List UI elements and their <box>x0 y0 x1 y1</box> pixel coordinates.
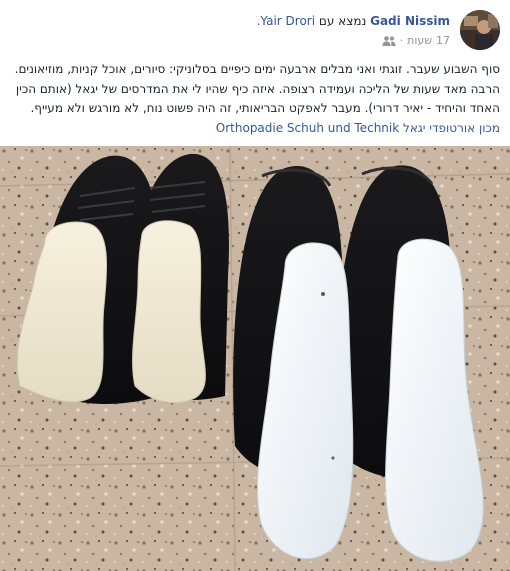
post-author-line: Gadi Nissim נמצא עם Yair Drori. <box>257 14 450 28</box>
post-photo[interactable] <box>0 146 510 571</box>
tagged-user[interactable]: Yair Drori. <box>257 14 315 28</box>
post-header: Gadi Nissim נמצא עם Yair Drori. 17 שעות … <box>10 10 500 54</box>
audience-separator: · <box>399 34 404 47</box>
time-unit[interactable]: שעות <box>407 34 432 47</box>
post-body-text: סוף השבוע שעבר. זוגתי ואני מבלים ארבעה י… <box>14 62 500 115</box>
with-text: נמצא עם <box>318 14 367 28</box>
tagged-page-german[interactable]: Orthopadie Schuh und Technik <box>216 121 399 135</box>
post-meta: 17 שעות · <box>382 34 450 47</box>
post-body: סוף השבוע שעבר. זוגתי ואני מבלים ארבעה י… <box>8 60 500 138</box>
tagged-page-hebrew[interactable]: מכון אורטופדי יגאל <box>403 121 500 135</box>
author-avatar[interactable] <box>460 10 500 50</box>
time-number[interactable]: 17 <box>436 34 450 47</box>
friends-icon[interactable] <box>382 35 396 47</box>
author-name[interactable]: Gadi Nissim <box>370 14 450 28</box>
facebook-post: Gadi Nissim נמצא עם Yair Drori. 17 שעות … <box>0 0 510 571</box>
shoes-with-insoles-photo <box>0 146 510 571</box>
